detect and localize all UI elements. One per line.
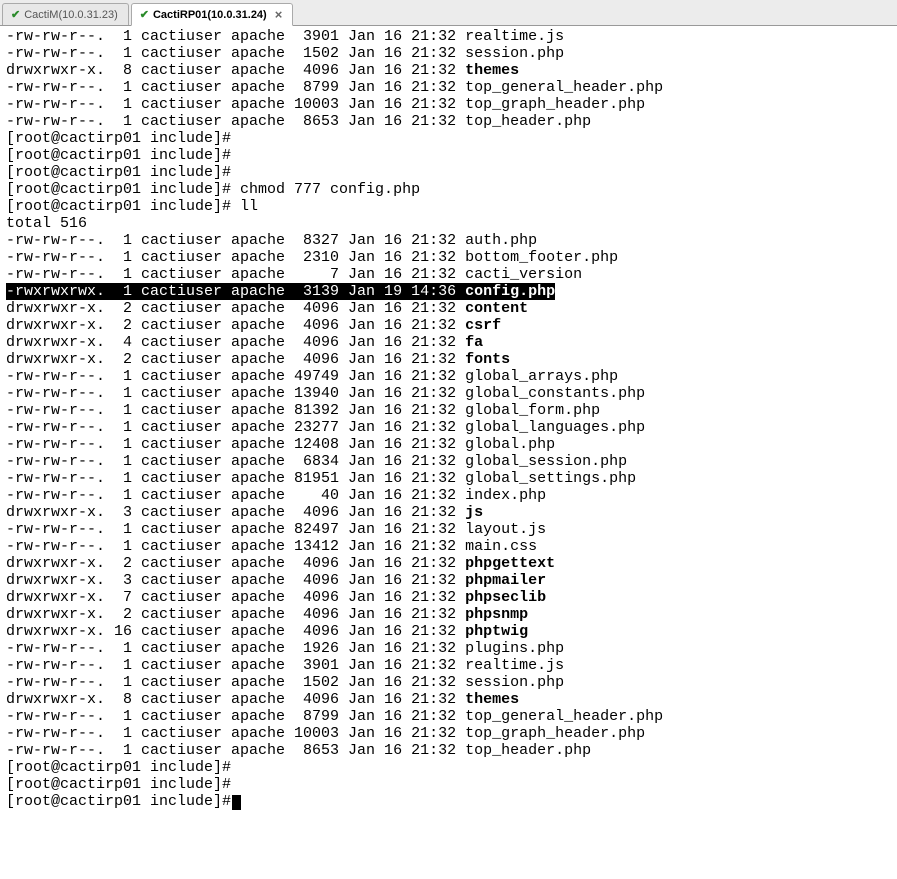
check-icon: ✔	[140, 8, 149, 21]
tab-cactim[interactable]: ✔ CactiM(10.0.31.23)	[2, 3, 129, 25]
tab-bar: ✔ CactiM(10.0.31.23) ✔ CactiRP01(10.0.31…	[0, 0, 897, 26]
tab-cactirp01[interactable]: ✔ CactiRP01(10.0.31.24) ×	[131, 3, 294, 26]
tab-label: CactiRP01(10.0.31.24)	[153, 9, 267, 21]
terminal-output[interactable]: -rw-rw-r--. 1 cactiuser apache 3901 Jan …	[0, 26, 897, 879]
check-icon: ✔	[11, 8, 20, 21]
close-icon[interactable]: ×	[275, 7, 283, 22]
tab-label: CactiM(10.0.31.23)	[24, 9, 118, 21]
